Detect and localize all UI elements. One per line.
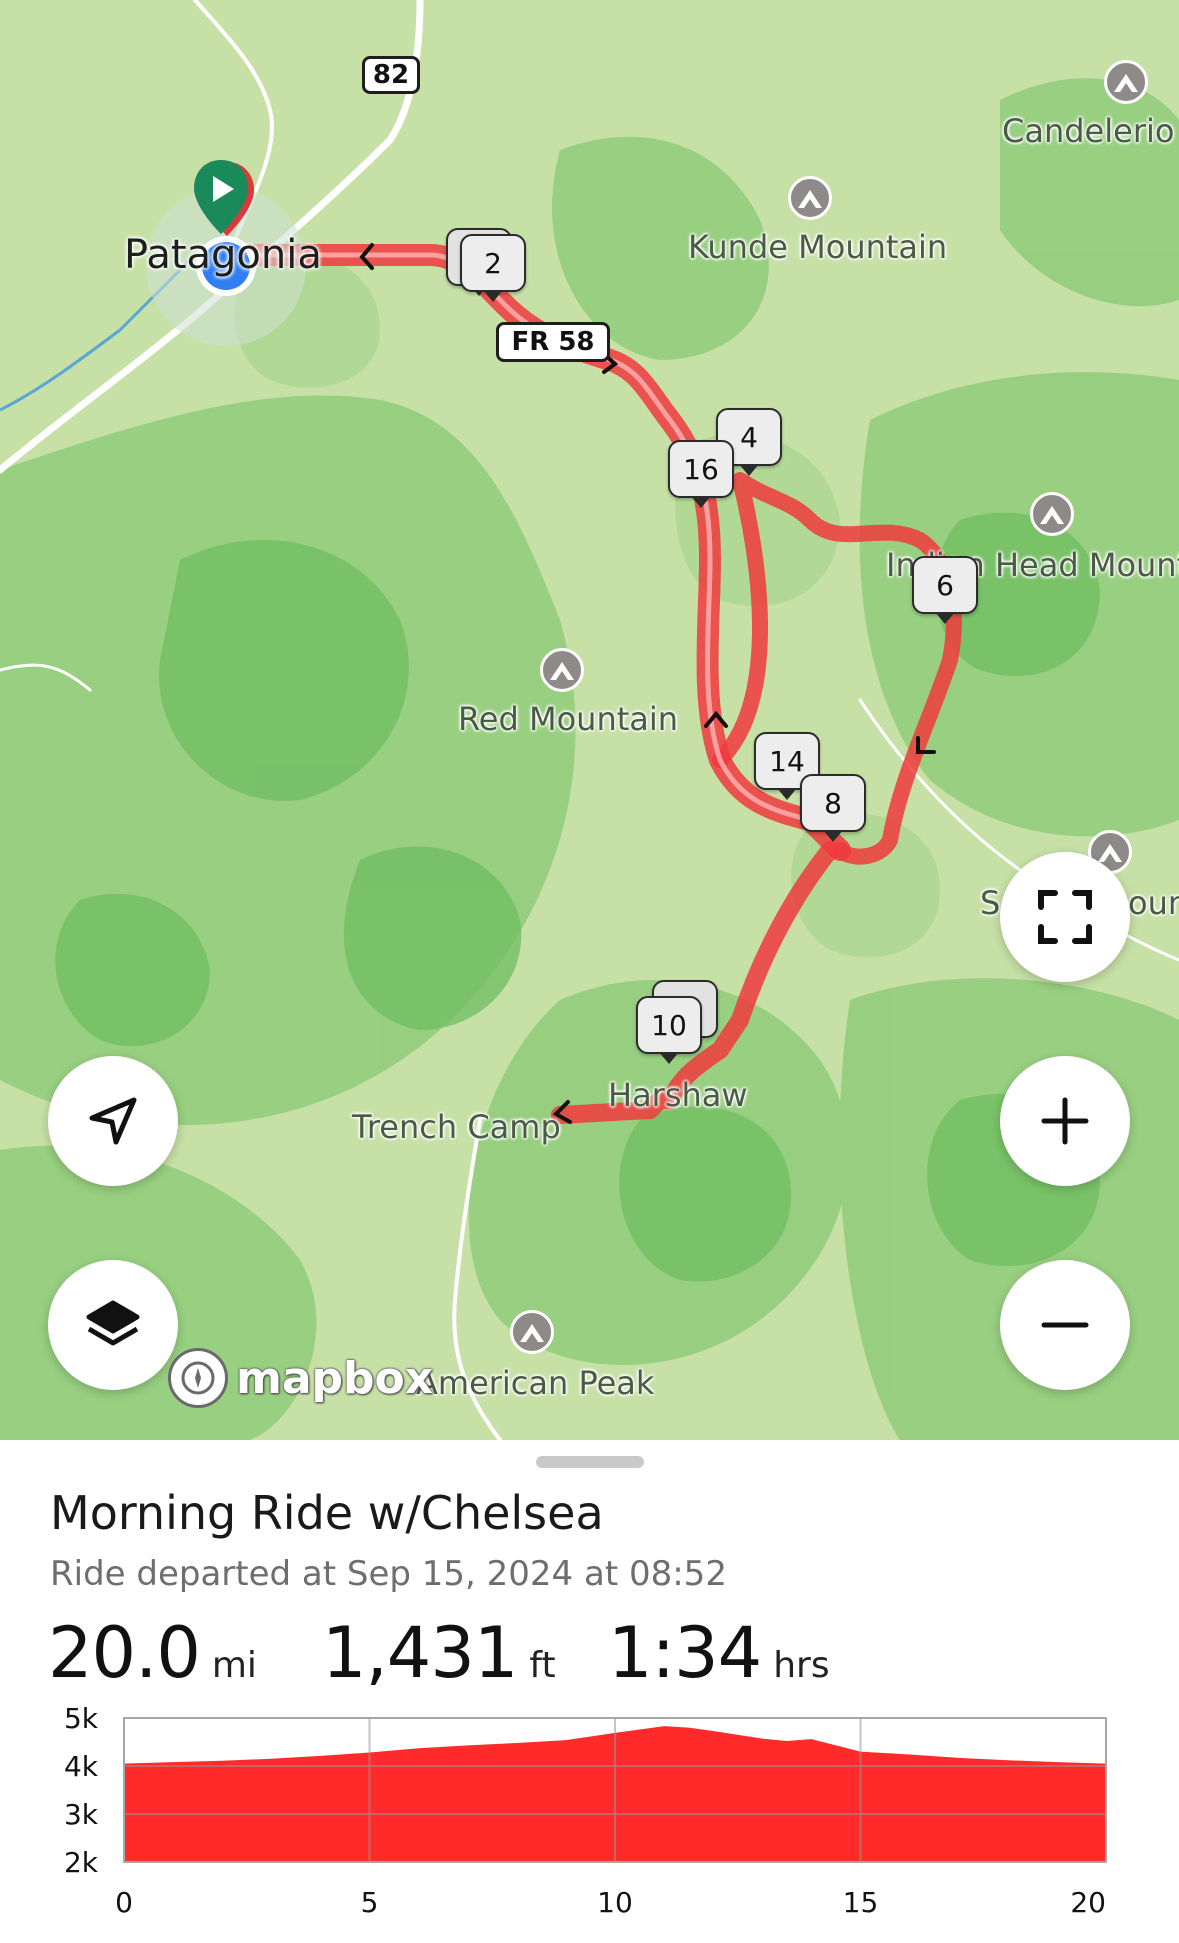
- mountain-peak-icon: [540, 648, 584, 692]
- highway-shield: 82: [362, 56, 420, 94]
- mountain-peak-icon: [1030, 492, 1074, 536]
- mapbox-logo[interactable]: mapbox: [168, 1348, 433, 1408]
- time-unit: hrs: [773, 1645, 830, 1686]
- mapbox-wordmark: mapbox: [236, 1352, 434, 1404]
- zoom-in-button[interactable]: [1000, 1056, 1130, 1186]
- distance-stat: 20.0 mi: [48, 1612, 257, 1694]
- mile-marker[interactable]: 8: [800, 774, 866, 842]
- mile-marker[interactable]: 16: [668, 440, 734, 508]
- mapbox-compass-icon: [168, 1348, 228, 1408]
- mountain-peak-icon: [788, 176, 832, 220]
- elevation-chart-svg: 5k 4k 3k 2k 0 5 10 15 20: [64, 1702, 1107, 1919]
- x-tick-label: 0: [115, 1886, 133, 1919]
- y-tick-label: 3k: [64, 1798, 99, 1831]
- place-label: S: [980, 884, 1001, 922]
- distance-value: 20.0: [48, 1612, 201, 1694]
- place-label: American Peak: [416, 1364, 655, 1402]
- fullscreen-icon: [1038, 890, 1092, 944]
- forest-road-shield: FR 58: [496, 322, 610, 362]
- y-tick-label: 4k: [64, 1750, 99, 1783]
- place-label: Red Mountain: [458, 700, 679, 738]
- map-layers-button[interactable]: [48, 1260, 178, 1390]
- elevation-chart[interactable]: 5k 4k 3k 2k 0 5 10 15 20: [0, 1690, 1179, 1943]
- locate-me-button[interactable]: [48, 1056, 178, 1186]
- x-tick-label: 15: [843, 1886, 879, 1919]
- place-label: Harshaw: [608, 1076, 748, 1114]
- elevation-value: 1,431: [322, 1612, 518, 1694]
- x-tick-label: 20: [1070, 1886, 1106, 1919]
- elevation-stat: 1,431 ft: [322, 1612, 556, 1694]
- place-label: Kunde Mountain: [688, 228, 948, 266]
- minus-icon: [1041, 1322, 1089, 1328]
- town-label: Patagonia: [124, 232, 322, 278]
- mile-marker[interactable]: 6: [912, 556, 978, 624]
- y-tick-label: 2k: [64, 1846, 99, 1879]
- sheet-grabber[interactable]: [536, 1456, 644, 1468]
- layers-icon: [86, 1300, 140, 1346]
- zoom-out-button[interactable]: [1000, 1260, 1130, 1390]
- mountain-peak-icon: [1104, 60, 1148, 104]
- mile-marker[interactable]: 2: [460, 234, 526, 302]
- navigation-arrow-icon: [89, 1097, 137, 1145]
- place-label: oun: [1128, 884, 1179, 922]
- mile-marker[interactable]: 10: [636, 996, 702, 1064]
- time-stat: 1:34 hrs: [608, 1612, 830, 1694]
- fullscreen-button[interactable]: [1000, 852, 1130, 982]
- map-view[interactable]: 82 FR 58 Candelerio Kunde Mountain Patag…: [0, 0, 1179, 1440]
- ride-title: Morning Ride w/Chelsea: [50, 1486, 604, 1540]
- place-label: Trench Camp: [352, 1108, 561, 1146]
- y-tick-label: 5k: [64, 1702, 99, 1735]
- distance-unit: mi: [211, 1645, 257, 1686]
- time-value: 1:34: [608, 1612, 762, 1694]
- mountain-peak-icon: [510, 1310, 554, 1354]
- elevation-unit: ft: [529, 1645, 556, 1686]
- x-tick-label: 10: [597, 1886, 633, 1919]
- plus-icon: [1041, 1097, 1089, 1145]
- ride-departure: Ride departed at Sep 15, 2024 at 08:52: [50, 1554, 727, 1594]
- x-tick-label: 5: [361, 1886, 379, 1919]
- place-label: Candelerio: [1002, 112, 1175, 150]
